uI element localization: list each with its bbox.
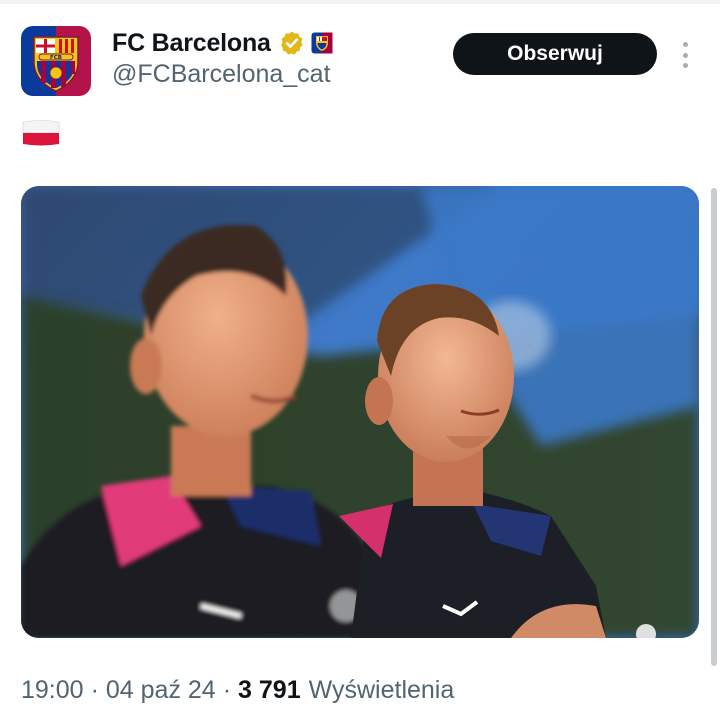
separator: ·: [90, 676, 99, 704]
tweet-time[interactable]: 19:00: [21, 676, 84, 705]
fcb-affiliate-badge-icon[interactable]: [311, 32, 333, 54]
dot: [682, 42, 688, 47]
tweet-meta: 19:00 · 04 paź 24 · 3 791 Wyświetlenia: [21, 676, 454, 705]
dot: [682, 52, 688, 58]
views-label: Wyświetlenia: [308, 676, 455, 704]
avatar[interactable]: FCB: [21, 26, 91, 96]
poland-flag-emoji: [22, 120, 60, 146]
tweet-date[interactable]: 04 paź 24: [106, 676, 216, 705]
tweet-photo[interactable]: [21, 186, 699, 638]
top-divider: [0, 0, 720, 4]
follow-button[interactable]: Obserwuj: [453, 33, 657, 75]
scrollbar[interactable]: [711, 188, 717, 666]
account-handle[interactable]: @FCBarcelona_cat: [112, 60, 331, 89]
views-count: 3 791: [238, 676, 301, 704]
display-name[interactable]: FC Barcelona: [112, 29, 271, 58]
fcb-crest-icon: FCB: [33, 36, 79, 92]
separator: ·: [222, 676, 232, 704]
gold-verified-icon[interactable]: [279, 30, 305, 56]
account-name-row: FC Barcelona: [112, 26, 333, 60]
dot: [682, 63, 688, 68]
svg-text:FCB: FCB: [50, 55, 62, 61]
photo-two-players-training: [21, 186, 699, 638]
more-vertical-icon[interactable]: [675, 38, 695, 72]
